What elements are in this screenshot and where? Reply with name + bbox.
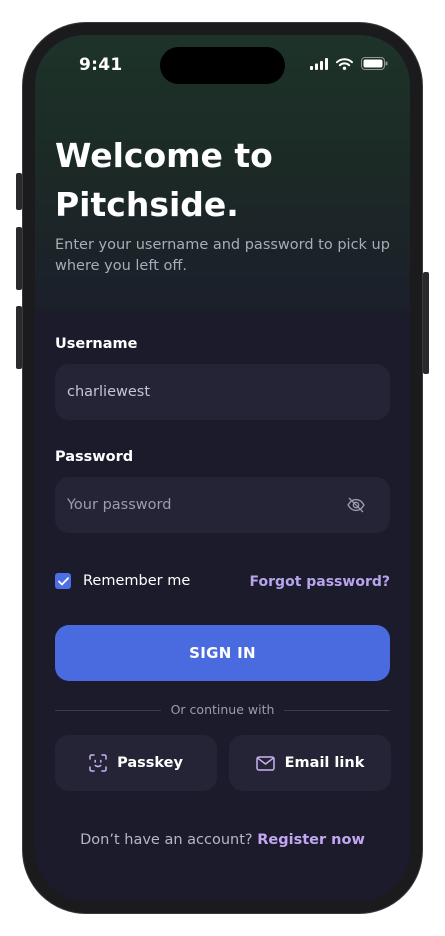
- passkey-label: Passkey: [117, 755, 183, 771]
- mute-switch: [16, 173, 22, 210]
- remember-me-label: Remember me: [83, 573, 191, 589]
- password-input[interactable]: [67, 497, 327, 513]
- alt-login-divider: Or continue with: [55, 702, 390, 718]
- title-line-1: Welcome to: [55, 136, 273, 175]
- checkmark-icon: [57, 576, 69, 585]
- dynamic-island: [160, 47, 285, 84]
- face-scan-icon: [89, 754, 107, 772]
- page-subtitle: Enter your username and password to pick…: [55, 237, 390, 274]
- remember-me[interactable]: Remember me: [55, 573, 190, 589]
- register-prompt-text: Don’t have an account?: [80, 832, 253, 848]
- power-button: [423, 272, 429, 374]
- mail-icon: [255, 755, 275, 771]
- register-prompt: Don’t have an account? Register now: [35, 832, 410, 848]
- email-link-button[interactable]: Email link: [229, 735, 391, 791]
- password-label: Password: [55, 449, 134, 465]
- remember-me-checkbox[interactable]: [55, 573, 71, 589]
- username-field[interactable]: [55, 364, 390, 420]
- battery-icon: [361, 57, 388, 70]
- sign-in-button[interactable]: SIGN IN: [55, 625, 390, 681]
- username-input[interactable]: [67, 384, 327, 400]
- status-bar: 9:41: [35, 35, 410, 93]
- username-label: Username: [55, 336, 138, 352]
- signal-icon: [310, 57, 328, 70]
- register-now-link[interactable]: Register now: [257, 832, 365, 848]
- volume-down-button: [16, 306, 22, 369]
- password-field[interactable]: [55, 477, 390, 533]
- passkey-button[interactable]: Passkey: [55, 735, 217, 791]
- status-time: 9:41: [79, 55, 123, 75]
- app-screen: 9:41 Welcome to Pitchside. Enter your us…: [35, 35, 410, 901]
- divider-line-right: [284, 710, 390, 711]
- volume-up-button: [16, 227, 22, 290]
- wifi-icon: [336, 57, 353, 70]
- status-icons: [310, 57, 388, 70]
- forgot-password-link[interactable]: Forgot password?: [250, 574, 390, 590]
- page-title: Welcome to Pitchside.: [55, 131, 385, 229]
- email-link-label: Email link: [284, 755, 365, 771]
- eye-off-icon[interactable]: [346, 495, 366, 515]
- title-line-2: Pitchside.: [55, 185, 239, 224]
